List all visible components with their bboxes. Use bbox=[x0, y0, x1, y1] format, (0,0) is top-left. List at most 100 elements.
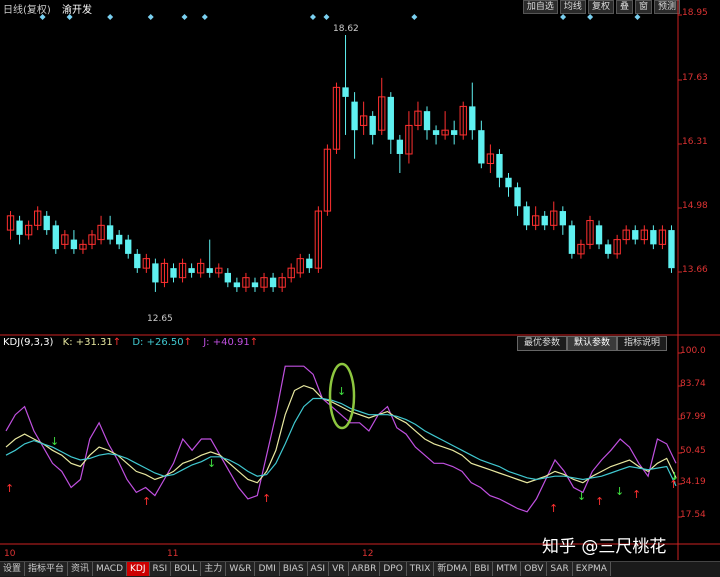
tab-macd[interactable]: MACD bbox=[93, 562, 128, 576]
candle-body-down bbox=[514, 187, 521, 207]
candle-body-down bbox=[233, 282, 241, 288]
k-value: K: +31.31 bbox=[62, 337, 113, 348]
chart-canvas[interactable]: ↑ ↑ ↑ ↑ ↑ ↑ ↑ ↓ ↓ ↓ ↓ ↓ ↓ bbox=[0, 0, 720, 576]
date-label: 10 bbox=[4, 549, 16, 559]
tab-expma[interactable]: EXPMA bbox=[572, 562, 611, 576]
candle-body-down bbox=[632, 230, 639, 240]
buy-arrow-icon: ↑ bbox=[262, 492, 271, 505]
candle-body-down bbox=[668, 230, 675, 269]
kdj-tick: 67.99 bbox=[680, 412, 706, 422]
candle-body-down bbox=[134, 253, 141, 269]
candle-body-down bbox=[116, 234, 123, 245]
candle-body-down bbox=[224, 272, 231, 283]
sell-arrow-icon: ↓ bbox=[615, 485, 624, 498]
candle-body-down bbox=[188, 268, 195, 273]
k-line bbox=[5, 384, 677, 484]
candle-body-down bbox=[478, 130, 485, 164]
tab-mtm[interactable]: MTM bbox=[493, 562, 522, 576]
sell-arrow-icon: ↓ bbox=[207, 457, 216, 470]
date-label: 12 bbox=[362, 549, 374, 559]
sell-arrow-icon: ↓ bbox=[50, 435, 59, 448]
tab-指标平台[interactable]: 指标平台 bbox=[25, 562, 69, 576]
price-tick: 17.63 bbox=[682, 73, 708, 83]
candle-body-down bbox=[152, 263, 159, 283]
candle-body-down bbox=[16, 220, 23, 235]
high-price-label: 18.62 bbox=[333, 24, 359, 34]
tab-trix[interactable]: TRIX bbox=[406, 562, 435, 576]
candle-body-down bbox=[469, 106, 476, 131]
candle-body-down bbox=[505, 177, 512, 188]
candle-body-down bbox=[106, 225, 114, 240]
default-params-button[interactable]: 默认参数 bbox=[567, 336, 618, 351]
candle-body-down bbox=[432, 130, 440, 135]
tab-obv[interactable]: OBV bbox=[521, 562, 548, 576]
tab-sar[interactable]: SAR bbox=[547, 562, 573, 576]
indicator-help-button[interactable]: 指标说明 bbox=[617, 336, 668, 351]
indicator-name: KDJ(9,3,3) bbox=[3, 337, 54, 348]
signal-diamond-icon bbox=[309, 14, 316, 20]
signal-diamond-icon bbox=[587, 14, 594, 20]
sell-arrow-icon: ↓ bbox=[577, 490, 586, 503]
sell-arrow-icon: ↓ bbox=[337, 385, 346, 398]
signal-diamond-icon bbox=[323, 14, 330, 20]
candle-body-down bbox=[52, 225, 59, 250]
price-tick: 18.95 bbox=[682, 8, 708, 18]
candle-body-down bbox=[604, 244, 612, 254]
tab-asi[interactable]: ASI bbox=[307, 562, 330, 576]
price-tick: 14.98 bbox=[682, 201, 708, 211]
d-value: D: +26.50 bbox=[132, 337, 184, 348]
candle-body-down bbox=[351, 101, 358, 131]
watermark: 知乎 @三尺桃花 bbox=[542, 537, 667, 557]
candle-body-down bbox=[251, 282, 259, 288]
candle-body-down bbox=[559, 211, 566, 226]
tab-资讯[interactable]: 资讯 bbox=[68, 562, 94, 576]
up-arrow-icon: ↑ bbox=[183, 337, 193, 348]
low-price-label: 12.65 bbox=[147, 314, 173, 324]
tab-dpo[interactable]: DPO bbox=[380, 562, 407, 576]
indicator-toolbar: 最优参数 默认参数 指标说明 bbox=[517, 336, 668, 351]
candle-body-down bbox=[43, 215, 50, 231]
signal-diamond-icon bbox=[107, 14, 114, 20]
candle-body-down bbox=[125, 239, 132, 254]
tab-rsi[interactable]: RSI bbox=[149, 562, 172, 576]
date-label: 11 bbox=[167, 549, 179, 559]
tab-arbr[interactable]: ARBR bbox=[348, 562, 381, 576]
signal-diamond-icon bbox=[560, 14, 567, 20]
kdj-tick: 83.74 bbox=[680, 379, 706, 389]
buy-arrow-icon: ↑ bbox=[5, 482, 14, 495]
signal-diamond-icon bbox=[39, 14, 46, 20]
candle-body-down bbox=[396, 139, 404, 154]
kdj-tick: 50.45 bbox=[680, 446, 706, 456]
tab-新dma[interactable]: 新DMA bbox=[434, 562, 472, 576]
tab-dmi[interactable]: DMI bbox=[255, 562, 280, 576]
tab-bias[interactable]: BIAS bbox=[279, 562, 308, 576]
signal-diamond-icon bbox=[634, 14, 641, 20]
buy-arrow-icon: ↑ bbox=[632, 488, 641, 501]
kdj-tick: 34.19 bbox=[680, 477, 706, 487]
indicator-tabs: 设置 指标平台 资讯 MACD KDJ RSI BOLL 主力 W&R DMI BIAS ASI VR A… bbox=[0, 561, 720, 577]
candle-body-down bbox=[387, 96, 394, 140]
tab-主力[interactable]: 主力 bbox=[201, 562, 227, 576]
candle-body-down bbox=[496, 153, 503, 178]
stock-chart-window: 日线(复权) 渝开发 加自选 均线 复权 叠 窗 预测 ↑ ↑ ↑ ↑ ↑ ↑ ↑ ↓ ↓ ↓ ↓ ↓… bbox=[0, 0, 720, 577]
optimal-params-button[interactable]: 最优参数 bbox=[517, 336, 568, 351]
sell-arrow-icon: ↓ bbox=[670, 470, 679, 483]
candle-body-down bbox=[269, 277, 277, 288]
signal-diamond-icon bbox=[66, 14, 73, 20]
candle-body-down bbox=[568, 225, 576, 254]
tab-bbi[interactable]: BBI bbox=[471, 562, 494, 576]
up-arrow-icon: ↑ bbox=[112, 337, 122, 348]
buy-arrow-icon: ↑ bbox=[142, 495, 151, 508]
candle-body-down bbox=[523, 206, 530, 226]
tab-w&r[interactable]: W&R bbox=[226, 562, 256, 576]
tab-设置[interactable]: 设置 bbox=[0, 562, 26, 576]
tab-boll[interactable]: BOLL bbox=[171, 562, 202, 576]
signal-diamond-icon bbox=[181, 14, 188, 20]
tab-vr[interactable]: VR bbox=[329, 562, 349, 576]
j-value: J: +40.91 bbox=[203, 337, 250, 348]
candle-body-down bbox=[595, 225, 603, 245]
signal-diamond-icon bbox=[147, 14, 154, 20]
tab-kdj[interactable]: KDJ bbox=[127, 562, 150, 576]
kdj-tick: 17.54 bbox=[680, 510, 706, 520]
candle-body-down bbox=[423, 111, 431, 131]
